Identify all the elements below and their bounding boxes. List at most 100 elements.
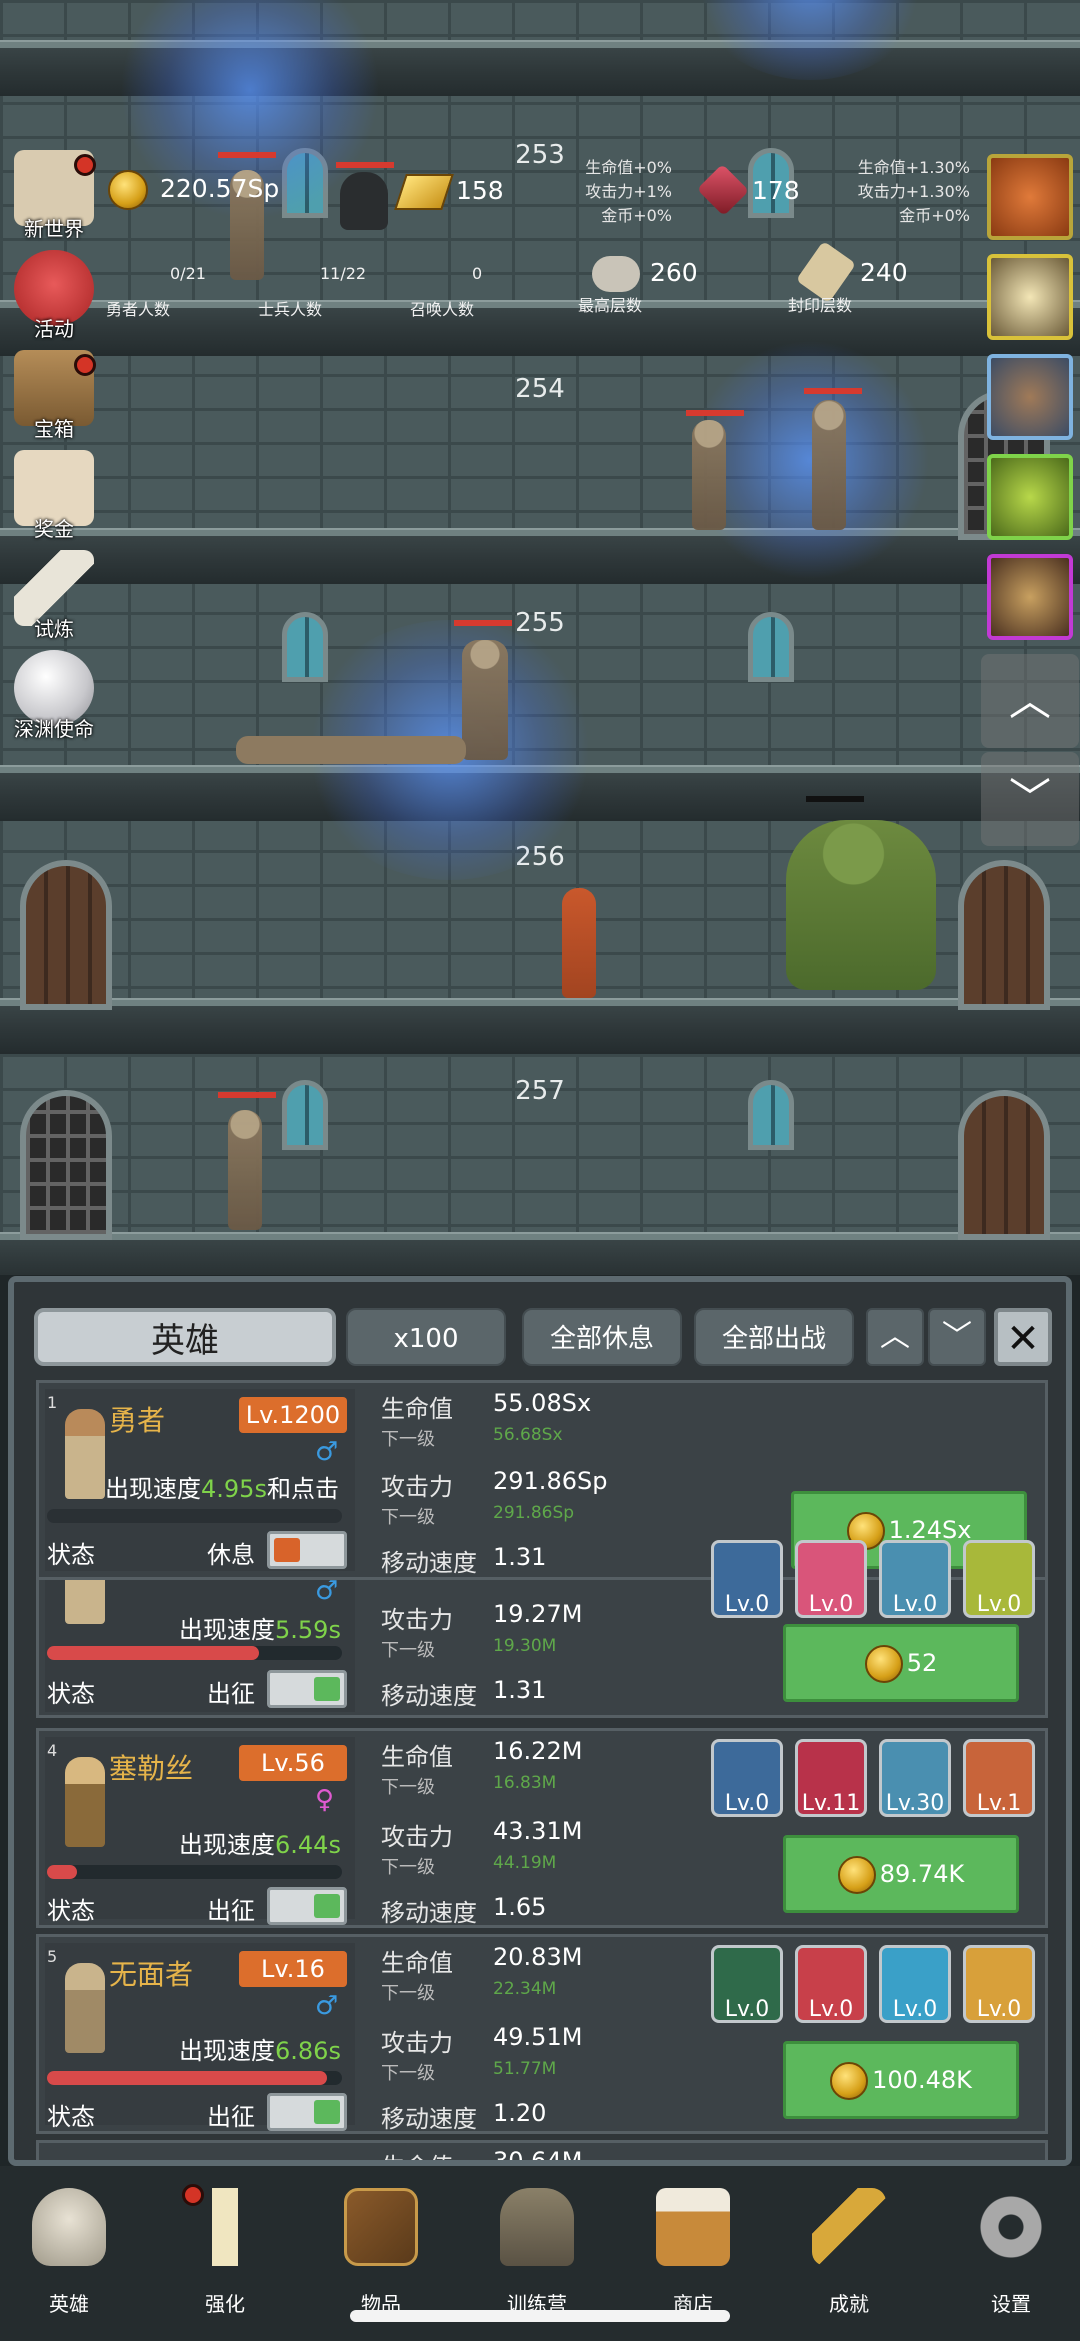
panel-down-button[interactable]: ﹀ (928, 1308, 986, 1366)
scroll-down-button[interactable]: ﹀ (981, 752, 1079, 846)
atk-label: 攻击力 (381, 1823, 453, 1851)
nav-training[interactable]: 训练营 (482, 2188, 592, 2318)
fallen-skeleton (236, 736, 466, 764)
notification-dot (74, 354, 96, 376)
nav-settings[interactable]: 设置 (956, 2188, 1066, 2318)
toggle-knob (314, 1677, 340, 1701)
next-level-label: 下一级 (381, 1777, 435, 1798)
panel-up-button[interactable]: ︿ (866, 1308, 924, 1366)
enemy-hp-bar (336, 162, 394, 168)
atk-next-value: 51.77M (493, 2059, 557, 2079)
next-level-label: 下一级 (381, 1857, 435, 1878)
state-value: 出征 (207, 1897, 255, 1925)
floor-ledge (0, 998, 1080, 1054)
bonus-button[interactable]: 奖金 (4, 450, 100, 542)
move-speed-label: 移动速度 (381, 1549, 477, 1577)
upgrade-button[interactable]: 52 (783, 1624, 1019, 1702)
hero-index: 1 (47, 1393, 58, 1412)
floor-number: 257 (515, 1076, 565, 1106)
castle-window (748, 1080, 794, 1150)
skeleton-enemy (228, 1110, 262, 1230)
state-label: 状态 (47, 1680, 95, 1708)
atk-label: 攻击力 (381, 1606, 453, 1634)
hero-name: 无面者 (109, 1958, 194, 1991)
event-button[interactable]: 活动 (4, 250, 100, 342)
hero-card: ♂ 出现速度5.59s 状态 出征 攻击力 19.27M 下一级 19.30M … (36, 1540, 1048, 1718)
skill-level: Lv.11 (801, 1791, 861, 1816)
move-speed-value: 1.65 (493, 1893, 547, 1921)
abyss-mission-label: 深渊使命 (14, 717, 94, 741)
buff-hp: 生命值+0% (585, 158, 672, 177)
event-label: 活动 (34, 317, 74, 341)
skill-level: Lv.0 (724, 1997, 770, 2022)
multiplier-button[interactable]: x100 (346, 1308, 506, 1366)
panel-title-tab[interactable]: 英雄 (34, 1308, 336, 1366)
castle-window (748, 612, 794, 682)
skill-level: Lv.0 (892, 1997, 938, 2022)
hp-label: 生命值 (381, 1949, 453, 1977)
skill-level: Lv.0 (724, 1592, 770, 1617)
next-level-label: 下一级 (381, 1983, 435, 2004)
upgrade-button[interactable]: 89.74K (783, 1835, 1019, 1913)
max-floor: 260 (650, 258, 698, 287)
spawn-speed: 出现速度6.86s (179, 2031, 341, 2066)
hero-name: 勇者 (109, 1404, 166, 1437)
move-speed-label: 移动速度 (381, 1899, 477, 1927)
deploy-toggle[interactable] (267, 2093, 347, 2131)
hero-level-badge: Lv.16 (239, 1951, 347, 1987)
nav-items[interactable]: 物品 (326, 2188, 436, 2318)
state-label: 状态 (47, 2103, 95, 2131)
floor-number: 254 (515, 374, 565, 404)
hero-card: 5 无面者 Lv.16 ♂ 出现速度6.86s 状态 出征 生命值 20.83M… (36, 1934, 1048, 2134)
gold-coin-icon (864, 1645, 903, 1683)
hero-character (562, 888, 596, 998)
goblin-buff-button[interactable] (987, 554, 1073, 640)
upgrade-cost: 89.74K (879, 1860, 965, 1888)
next-level-label: 下一级 (381, 2063, 435, 2084)
buff-atk: 攻击力+1.30% (857, 182, 970, 201)
sealed-floor-label: 封印层数 (788, 296, 853, 315)
nav-upgrade[interactable]: 强化 (170, 2184, 280, 2318)
trial-button[interactable]: 试炼 (4, 550, 100, 642)
hero-card: 生命值 30.64M (36, 2140, 1048, 2160)
deploy-toggle[interactable] (267, 1531, 347, 1569)
hero-hp-bar (47, 1865, 342, 1879)
chest-button[interactable]: 宝箱 (4, 350, 100, 442)
hp-next-value: 16.83M (493, 1773, 557, 1793)
pumpkin-buff-button[interactable] (987, 154, 1073, 240)
hp-next-value: 56.68Sx (493, 1425, 563, 1445)
chest-buff-button[interactable] (987, 354, 1073, 440)
close-button[interactable]: ✕ (994, 1308, 1052, 1366)
magic-glow (690, 340, 930, 580)
nav-achievements[interactable]: 成就 (794, 2188, 904, 2318)
nav-shop[interactable]: 商店 (638, 2188, 748, 2318)
candle-buff-button[interactable] (987, 254, 1073, 340)
atk-value: 291.86Sp (493, 1467, 608, 1495)
deploy-toggle[interactable] (267, 1670, 347, 1708)
rest-all-button[interactable]: 全部休息 (522, 1308, 682, 1366)
dungeon-door (20, 860, 112, 1010)
home-indicator[interactable] (350, 2310, 730, 2322)
spawn-speed-label: 出现速度 (179, 1616, 275, 1644)
soldier-count: 11/22 (320, 264, 367, 283)
deploy-toggle[interactable] (267, 1887, 347, 1925)
hero-hp-bar (47, 1509, 342, 1523)
floor-ledge (0, 528, 1080, 584)
dungeon-door (958, 1090, 1050, 1240)
upgrade-cost: 100.48K (872, 2066, 972, 2094)
state-value: 出征 (207, 2103, 255, 2131)
scroll-up-button[interactable]: ︿ (981, 654, 1079, 748)
dungeon-gate (20, 1090, 112, 1240)
nav-heroes[interactable]: 英雄 (14, 2188, 124, 2318)
enemy-hp-bar (454, 620, 512, 626)
abyss-mission-button[interactable]: 深渊使命 (4, 650, 100, 742)
nav-settings-label: 设置 (991, 2292, 1031, 2316)
hp-fill (47, 1646, 260, 1660)
toggle-knob (314, 1894, 340, 1918)
orc-boss (786, 820, 936, 990)
deploy-all-button[interactable]: 全部出战 (694, 1308, 854, 1366)
slime-buff-button[interactable] (987, 454, 1073, 540)
lantern-icon (500, 2188, 574, 2266)
upgrade-button[interactable]: 100.48K (783, 2041, 1019, 2119)
new-world-button[interactable]: 新世界 (4, 150, 100, 242)
